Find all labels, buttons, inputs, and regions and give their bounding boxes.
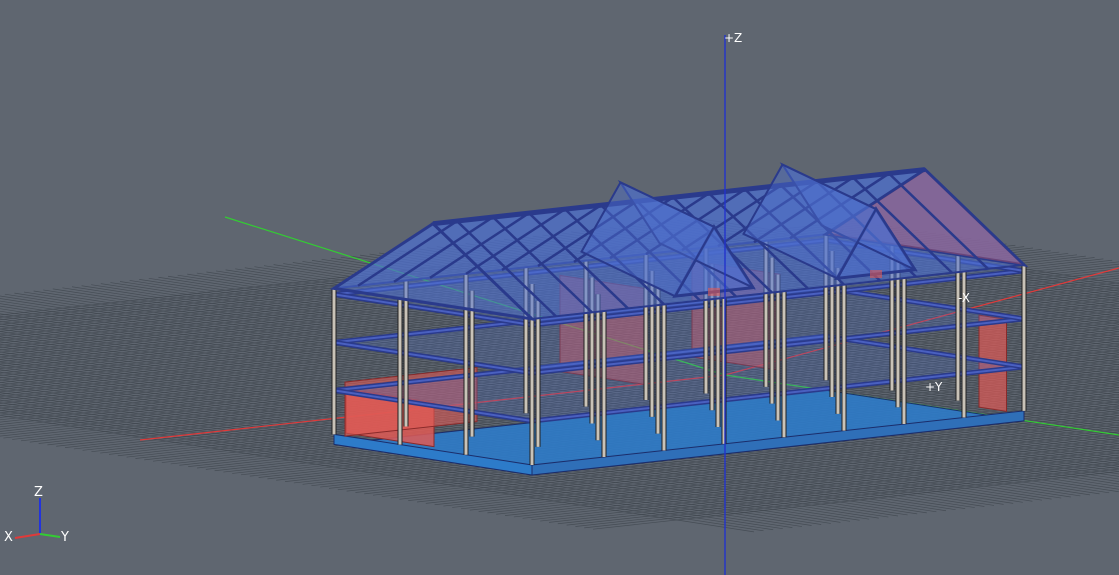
3d-viewport[interactable]: +Z -X +Y Z X Y: [0, 0, 1119, 575]
scene-canvas[interactable]: +Z -X +Y Z X Y: [0, 0, 1119, 575]
y-axis-label: +Y: [925, 380, 943, 394]
triad-y-label: Y: [60, 530, 69, 545]
z-axis-label: +Z: [724, 31, 742, 45]
building-model[interactable]: [329, 162, 1029, 476]
dormer-sill: [708, 287, 720, 296]
triad-y-line: [39, 533, 61, 538]
triad-z-label: Z: [34, 485, 43, 500]
triad-x-line: [14, 533, 41, 539]
dormer-sill: [870, 270, 882, 279]
x-axis-label: -X: [958, 291, 970, 305]
triad-x-label: X: [4, 530, 13, 545]
orientation-triad: Z X Y: [4, 485, 69, 545]
